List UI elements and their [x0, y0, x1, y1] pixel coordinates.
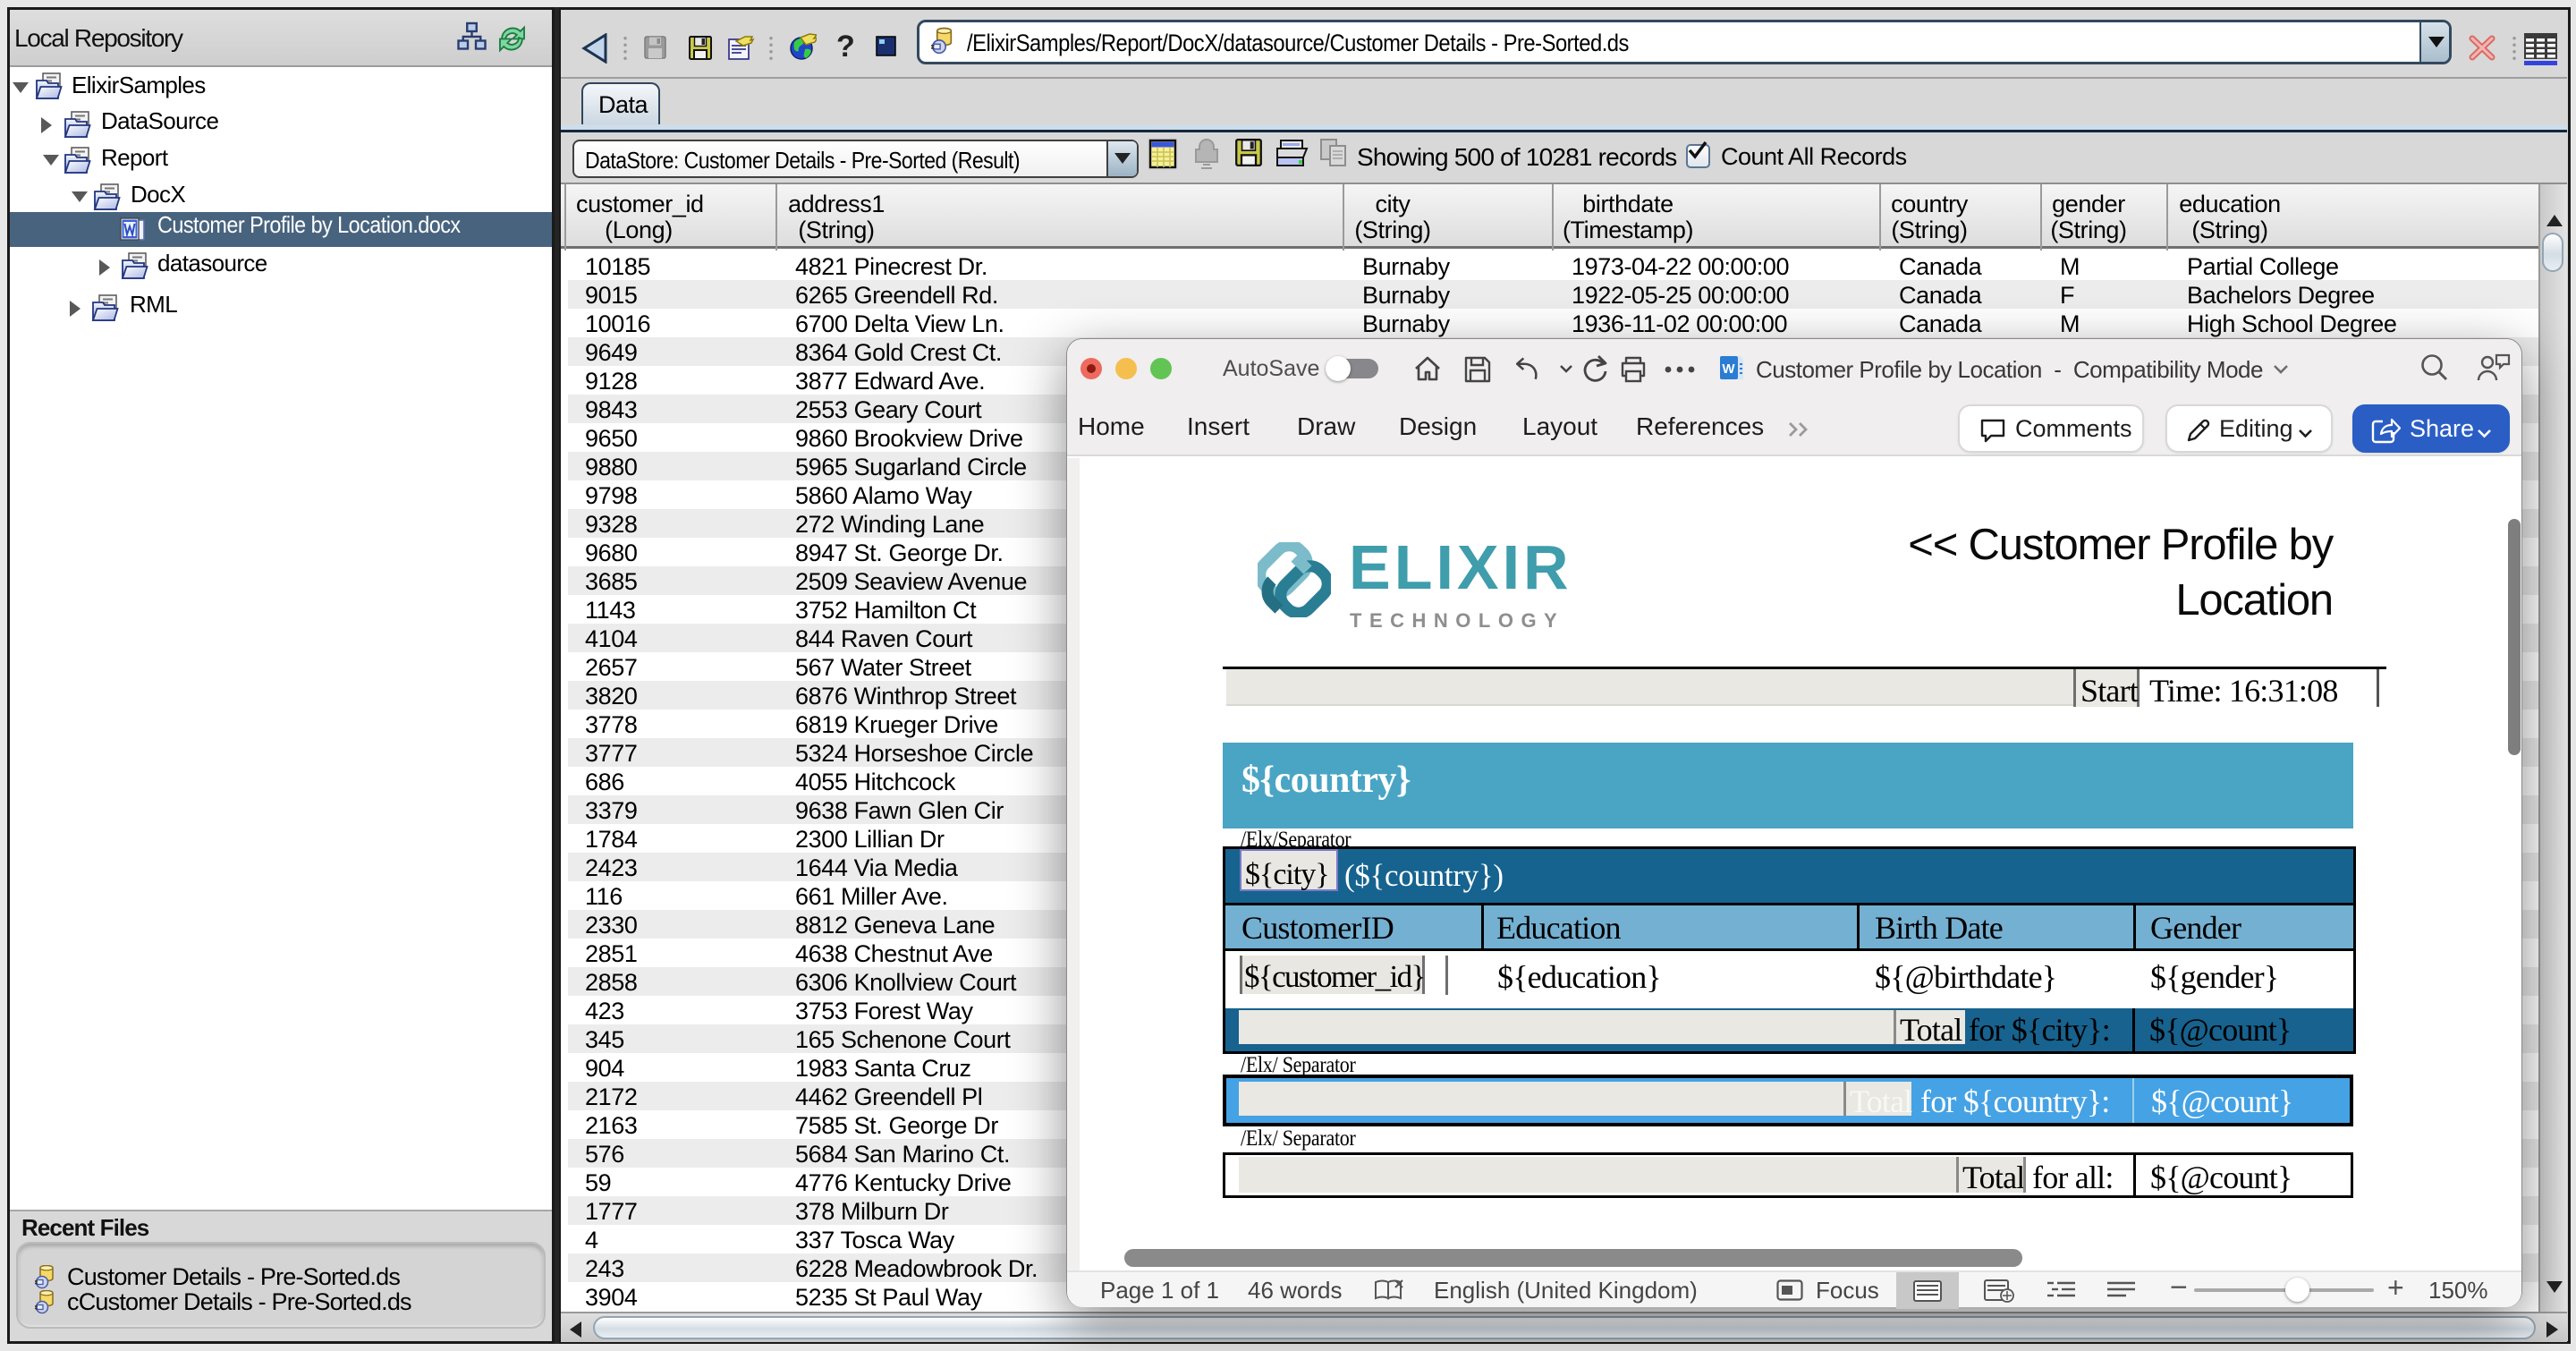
svg-text:W: W	[1722, 361, 1735, 377]
